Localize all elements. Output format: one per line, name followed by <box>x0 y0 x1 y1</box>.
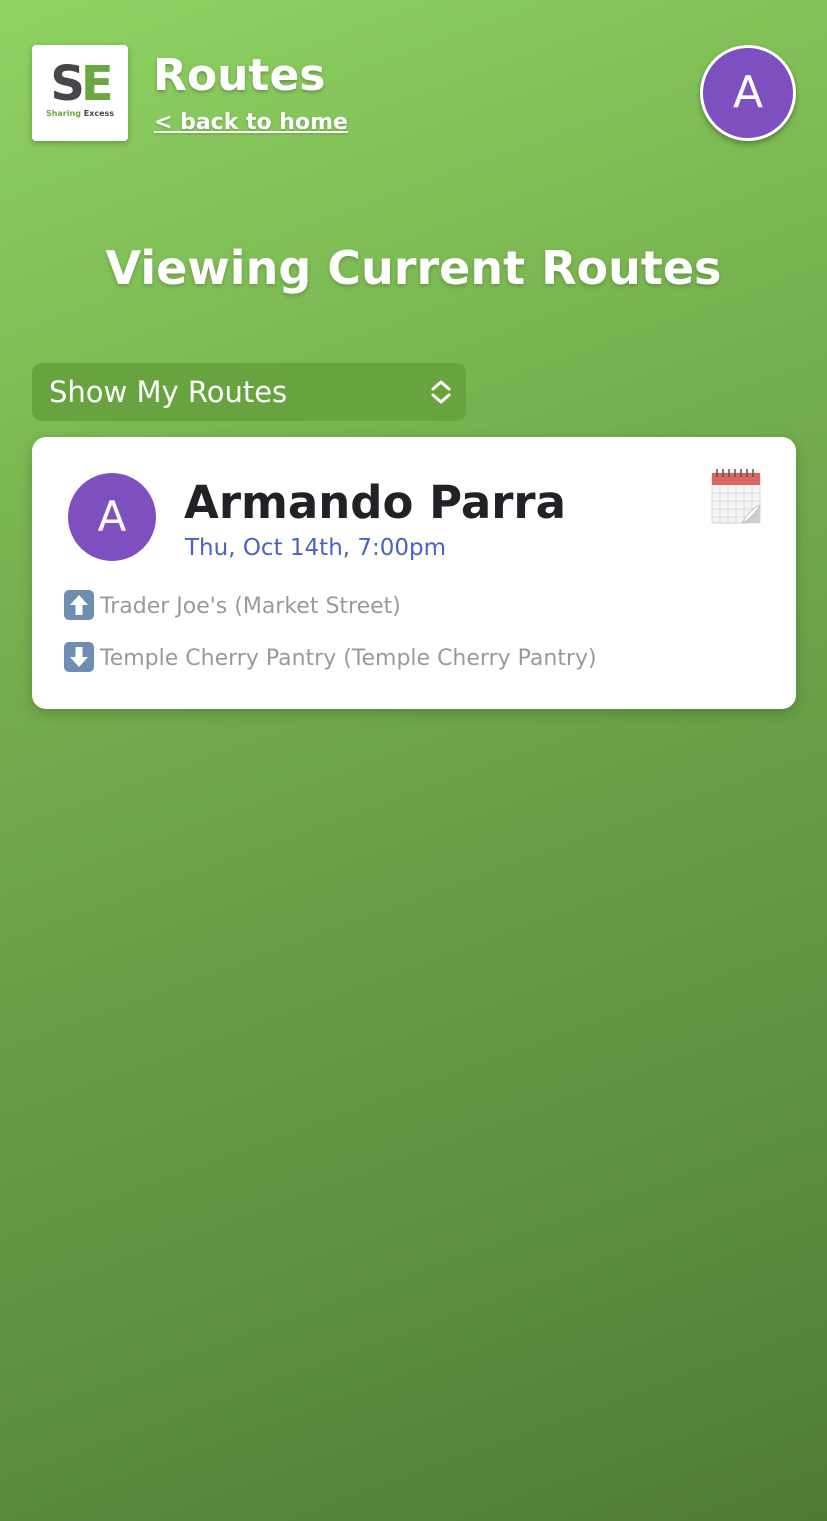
logo-subtitle-excess: Excess <box>83 109 115 118</box>
logo-letter-e: E <box>80 56 114 112</box>
user-avatar-button[interactable]: A <box>700 45 796 141</box>
up-arrow-icon <box>64 590 94 620</box>
back-to-home-link[interactable]: < back to home <box>154 110 348 135</box>
route-card[interactable]: A Armando Parra Thu, Oct 14th, 7:00pm Tr… <box>32 437 796 709</box>
logo-letters: SE <box>32 59 128 109</box>
chevron-up-down-icon <box>431 380 451 404</box>
driver-name: Armando Parra <box>184 476 566 529</box>
route-date: Thu, Oct 14th, 7:00pm <box>185 535 447 561</box>
routes-filter-select[interactable]: Show My Routes <box>32 363 466 421</box>
page-title: Routes <box>153 50 326 101</box>
logo-letter-s: S <box>50 56 85 112</box>
pickup-stop: Trader Joe's (Market Street) <box>64 590 401 623</box>
calendar-icon[interactable] <box>710 467 762 525</box>
down-arrow-icon <box>64 642 94 672</box>
routes-filter-value: Show My Routes <box>49 375 288 409</box>
dropoff-location: Temple Cherry Pantry (Temple Cherry Pant… <box>100 646 597 671</box>
page-heading: Viewing Current Routes <box>105 241 722 295</box>
logo-subtitle: Sharing Excess <box>32 109 128 119</box>
dropoff-stop: Temple Cherry Pantry (Temple Cherry Pant… <box>64 642 597 675</box>
sharing-excess-logo[interactable]: SE Sharing Excess <box>32 45 128 141</box>
driver-avatar: A <box>68 473 156 561</box>
pickup-location: Trader Joe's (Market Street) <box>100 594 401 619</box>
logo-subtitle-sharing: Sharing <box>45 109 81 118</box>
